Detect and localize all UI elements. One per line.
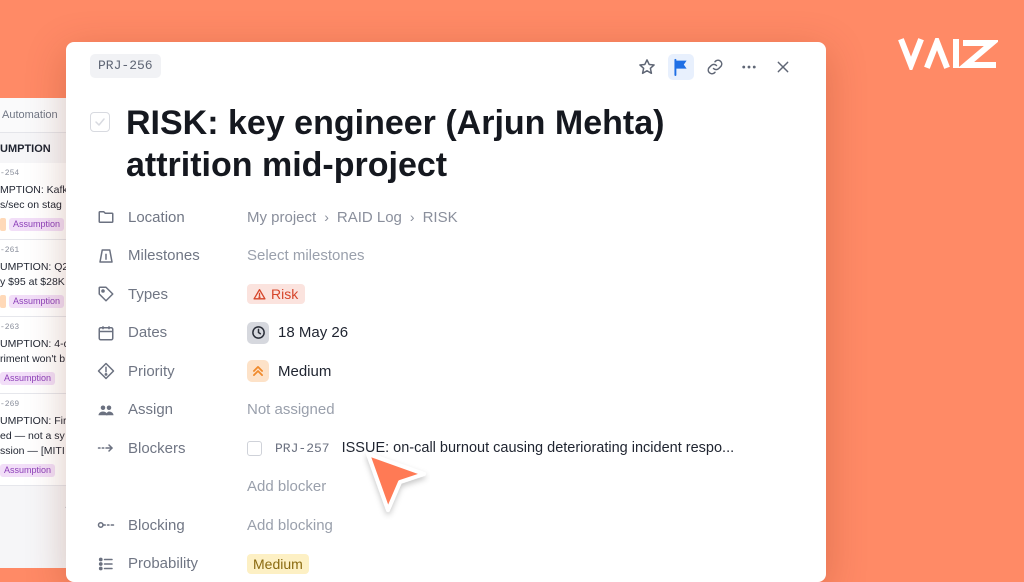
close-icon[interactable] <box>770 54 796 80</box>
link-icon[interactable] <box>702 54 728 80</box>
task-id-chip[interactable]: PRJ-256 <box>90 54 161 78</box>
users-icon <box>96 400 116 420</box>
field-label: Assign <box>128 401 247 418</box>
add-blocker-button[interactable]: Add blocker <box>247 478 326 495</box>
blocker-id: PRJ-257 <box>275 441 330 456</box>
warning-icon <box>253 288 266 301</box>
tag-icon <box>96 284 116 304</box>
field-assign: Assign Not assigned <box>96 391 796 430</box>
field-label: Probability <box>128 555 247 572</box>
priority-value[interactable]: Medium <box>247 360 331 382</box>
priority-medium-icon <box>247 360 269 382</box>
assignee-select[interactable]: Not assigned <box>247 401 335 418</box>
arrow-in-icon <box>96 438 116 458</box>
breadcrumb-group[interactable]: RISK <box>423 209 458 226</box>
chevron-right-icon: › <box>410 209 415 225</box>
assumption-tag: Assumption <box>0 372 55 385</box>
task-fields: Location My project › RAID Log › RISK Mi… <box>96 198 796 582</box>
calendar-icon <box>96 323 116 343</box>
star-icon[interactable] <box>634 54 660 80</box>
assumption-tag: Assumption <box>0 464 55 477</box>
tag-color-chip <box>0 295 6 308</box>
more-icon[interactable] <box>736 54 762 80</box>
field-label: Blockers <box>128 440 247 457</box>
vaiz-logo <box>898 38 998 70</box>
date-value[interactable]: 18 May 26 <box>247 322 348 344</box>
field-label: Priority <box>128 363 247 380</box>
field-label: Milestones <box>128 247 247 264</box>
field-dates: Dates 18 May 26 <box>96 314 796 353</box>
risk-type-label: Risk <box>271 286 298 302</box>
assumption-tag: Assumption <box>9 295 64 308</box>
clock-icon <box>247 322 269 344</box>
folder-icon <box>96 207 116 227</box>
task-toolbar <box>634 54 796 80</box>
tag-color-chip <box>0 218 6 231</box>
field-label: Blocking <box>128 517 247 534</box>
field-probability: Probability Medium <box>96 545 796 582</box>
flag-icon[interactable] <box>668 54 694 80</box>
field-priority: Priority Medium <box>96 352 796 391</box>
field-label: Dates <box>128 324 247 341</box>
field-blocking: Blocking Add blocking <box>96 506 796 545</box>
task-title[interactable]: RISK: key engineer (Arjun Mehta) attriti… <box>126 102 790 186</box>
field-milestones: Milestones Select milestones <box>96 237 796 276</box>
blocker-checkbox[interactable] <box>247 441 262 456</box>
list-icon <box>96 554 116 574</box>
milestone-icon <box>96 246 116 266</box>
breadcrumb-project[interactable]: My project <box>247 209 316 226</box>
probability-badge[interactable]: Medium <box>247 554 309 574</box>
field-label: Types <box>128 286 247 303</box>
task-complete-checkbox[interactable] <box>90 112 110 132</box>
assumption-tag: Assumption <box>9 218 64 231</box>
location-breadcrumb: My project › RAID Log › RISK <box>247 209 458 226</box>
blocker-item[interactable]: PRJ-257 ISSUE: on-call burnout causing d… <box>247 440 734 456</box>
task-detail-card: PRJ-256 RISK: key engineer (Arjun Mehta)… <box>66 42 826 582</box>
field-label: Location <box>128 209 247 226</box>
field-location: Location My project › RAID Log › RISK <box>96 198 796 237</box>
date-text: 18 May 26 <box>278 324 348 341</box>
breadcrumb-board[interactable]: RAID Log <box>337 209 402 226</box>
add-blocker-row: Add blocker <box>96 468 796 507</box>
priority-text: Medium <box>278 363 331 380</box>
priority-icon <box>96 361 116 381</box>
chevron-right-icon: › <box>324 209 329 225</box>
milestones-select[interactable]: Select milestones <box>247 247 365 264</box>
add-blocking-button[interactable]: Add blocking <box>247 517 333 534</box>
risk-type-badge[interactable]: Risk <box>247 284 305 304</box>
field-blockers: Blockers PRJ-257 ISSUE: on-call burnout … <box>96 429 796 468</box>
pointer-cursor-icon <box>362 448 430 525</box>
field-types: Types Risk <box>96 275 796 314</box>
key-link-icon <box>96 515 116 535</box>
